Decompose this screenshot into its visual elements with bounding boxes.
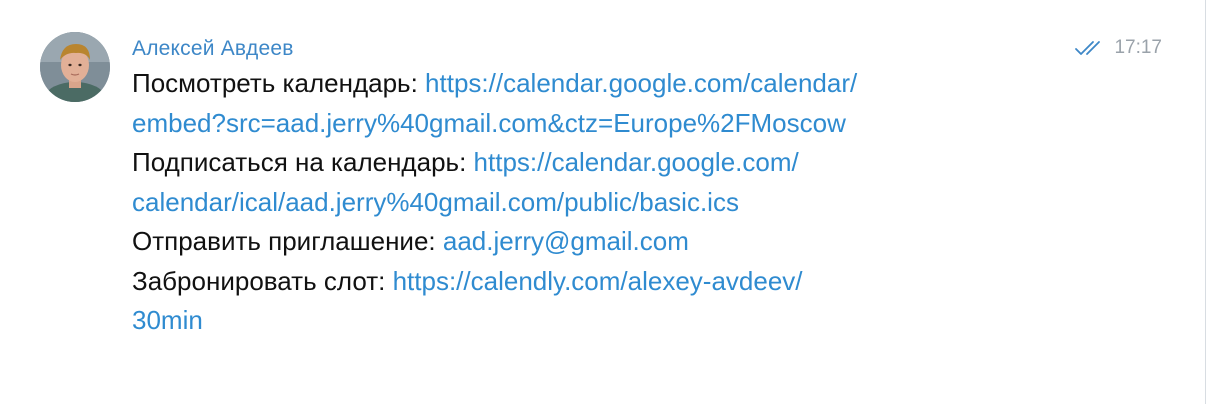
calendly-link[interactable]: https://calendly.com/alexey-avdeev/ xyxy=(393,266,803,296)
calendar-view-label: Посмотреть календарь: xyxy=(132,68,426,98)
message-line: Отправить приглашение: aad.jerry@gmail.c… xyxy=(132,222,1062,262)
message-line: Подписаться на календарь: https://calend… xyxy=(132,143,1062,183)
message-line: Посмотреть календарь: https://calendar.g… xyxy=(132,64,1062,104)
calendar-subscribe-label: Подписаться на календарь: xyxy=(132,147,474,177)
calendar-ical-link-continued[interactable]: calendar/ical/aad.jerry%40gmail.com/publ… xyxy=(132,187,739,217)
message-line: Забронировать слот: https://calendly.com… xyxy=(132,262,1062,302)
double-check-icon xyxy=(1074,39,1106,57)
invite-label: Отправить приглашение: xyxy=(132,226,443,256)
calendar-embed-link[interactable]: https://calendar.google.com/calendar/ xyxy=(425,68,857,98)
message-body: Алексей Авдеев Посмотреть календарь: htt… xyxy=(132,34,1062,341)
message-line: embed?src=aad.jerry%40gmail.com&ctz=Euro… xyxy=(132,104,1062,144)
message-line: calendar/ical/aad.jerry%40gmail.com/publ… xyxy=(132,183,1062,223)
calendar-embed-link-continued[interactable]: embed?src=aad.jerry%40gmail.com&ctz=Euro… xyxy=(132,108,846,138)
message-time: 17:17 xyxy=(1114,37,1162,58)
chat-message: Алексей Авдеев Посмотреть календарь: htt… xyxy=(0,0,1210,404)
email-link[interactable]: aad.jerry@gmail.com xyxy=(443,226,689,256)
calendar-ical-link[interactable]: https://calendar.google.com/ xyxy=(474,147,799,177)
message-line: 30min xyxy=(132,301,1062,341)
calendly-link-continued[interactable]: 30min xyxy=(132,305,203,335)
message-meta: 17:17 xyxy=(1074,37,1162,59)
sender-name[interactable]: Алексей Авдеев xyxy=(132,34,1062,64)
avatar[interactable] xyxy=(40,32,110,102)
book-slot-label: Забронировать слот: xyxy=(132,265,393,296)
avatar-photo xyxy=(40,32,110,102)
panel-divider xyxy=(1205,0,1206,404)
